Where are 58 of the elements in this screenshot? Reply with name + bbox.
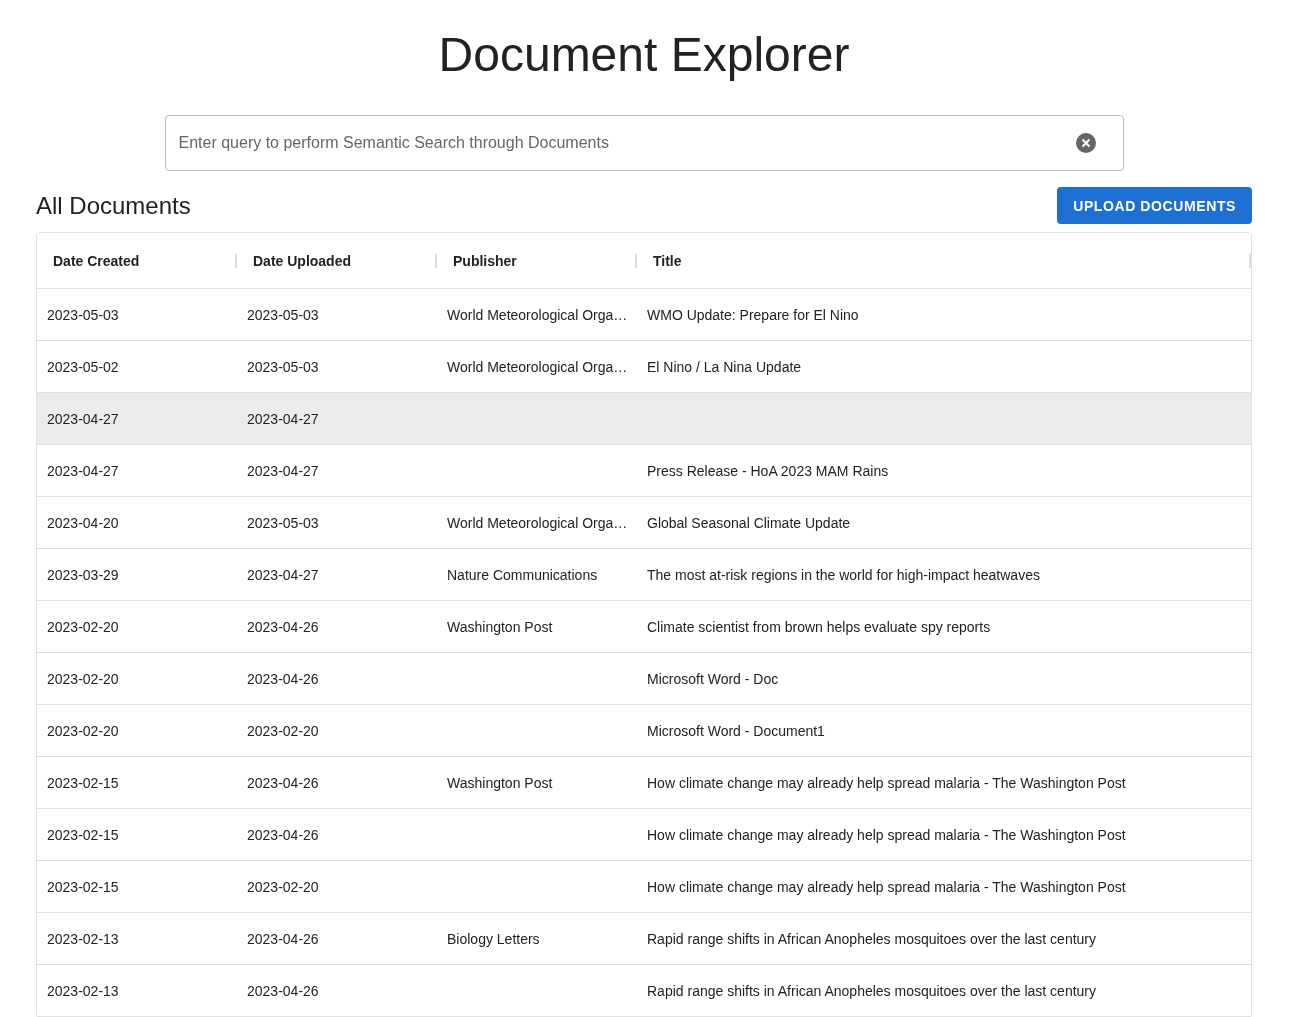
table-cell: Press Release - HoA 2023 MAM Rains <box>647 462 889 479</box>
upload-button[interactable]: UPLOAD DOCUMENTS <box>1057 187 1252 224</box>
table-cell: 2023-04-27 <box>47 462 119 479</box>
clear-icon[interactable] <box>1075 133 1096 153</box>
table-cell: WMO Update: Prepare for El Nino <box>647 306 859 323</box>
search-field[interactable]: Enter query to perform Semantic Search through Documents <box>164 115 1124 171</box>
table-cell: 2023-05-03 <box>47 306 119 323</box>
table-cell: 2023-05-03 <box>247 358 319 375</box>
table-cell: 2023-02-15 <box>47 826 119 843</box>
table-cell: 2023-04-26 <box>247 826 319 843</box>
column-header[interactable]: Date Created <box>53 252 140 269</box>
table-cell: 2023-04-27 <box>47 410 119 427</box>
table-cell: 2023-02-20 <box>247 878 319 895</box>
table-cell: 2023-02-13 <box>47 982 119 999</box>
table-cell: World Meteorological Orga… <box>447 514 628 531</box>
table-cell: 2023-04-26 <box>247 774 319 791</box>
table-cell: How climate change may already help spread malaria - The Washington Post <box>647 878 1126 895</box>
table-cell: World Meteorological Orga… <box>447 358 628 375</box>
table-cell: 2023-05-03 <box>247 514 319 531</box>
table-cell: 2023-02-20 <box>247 722 319 739</box>
page-title: Document Explorer <box>437 27 851 83</box>
column-header[interactable]: Date Uploaded <box>253 252 351 269</box>
table-cell: World Meteorological Orga… <box>447 306 628 323</box>
table-cell: 2023-04-27 <box>247 462 319 479</box>
table-cell: 2023-04-26 <box>247 670 319 687</box>
table-cell: Microsoft Word - Doc <box>647 670 779 687</box>
column-header[interactable]: Title <box>653 252 682 269</box>
table-cell: Washington Post <box>447 774 553 791</box>
table-cell: How climate change may already help spread malaria - The Washington Post <box>647 774 1126 791</box>
table-cell: 2023-02-20 <box>47 722 119 739</box>
table-cell: 2023-02-15 <box>47 774 119 791</box>
section-heading: All Documents <box>36 191 191 220</box>
table-cell: Climate scientist from brown helps evaluate spy reports <box>647 618 991 635</box>
table-cell: 2023-04-26 <box>247 930 319 947</box>
table-cell: 2023-04-27 <box>247 410 319 427</box>
table-cell: Washington Post <box>447 618 553 635</box>
table-cell: 2023-04-26 <box>247 982 319 999</box>
table-cell: Biology Letters <box>447 930 540 947</box>
table-cell: Rapid range shifts in African Anopheles mosquitoes over the last century <box>647 930 1097 947</box>
table-cell: 2023-04-26 <box>247 618 319 635</box>
table-cell: 2023-04-20 <box>47 514 119 531</box>
column-header[interactable]: Publisher <box>453 252 517 269</box>
table-cell: 2023-05-03 <box>247 306 319 323</box>
table-cell: 2023-02-13 <box>47 930 119 947</box>
table-cell: 2023-04-27 <box>247 566 319 583</box>
table-cell: 2023-05-02 <box>47 358 119 375</box>
table-cell: How climate change may already help spread malaria - The Washington Post <box>647 826 1126 843</box>
table-cell: 2023-02-20 <box>47 618 119 635</box>
table-cell: The most at-risk regions in the world for high-impact heatwaves <box>647 566 1040 583</box>
table-cell: Microsoft Word - Document1 <box>647 722 825 739</box>
table-cell: Nature Communications <box>447 566 598 583</box>
table-cell: El Nino / La Nina Update <box>647 358 802 375</box>
table-row[interactable]: 2023-04-27 2023-04-27 <box>37 393 1251 445</box>
table-cell: Global Seasonal Climate Update <box>647 514 851 531</box>
table-cell: 2023-02-15 <box>47 878 119 895</box>
table-cell: 2023-02-20 <box>47 670 119 687</box>
table-cell: Rapid range shifts in African Anopheles mosquitoes over the last century <box>647 982 1097 999</box>
table-cell: 2023-03-29 <box>47 566 119 583</box>
